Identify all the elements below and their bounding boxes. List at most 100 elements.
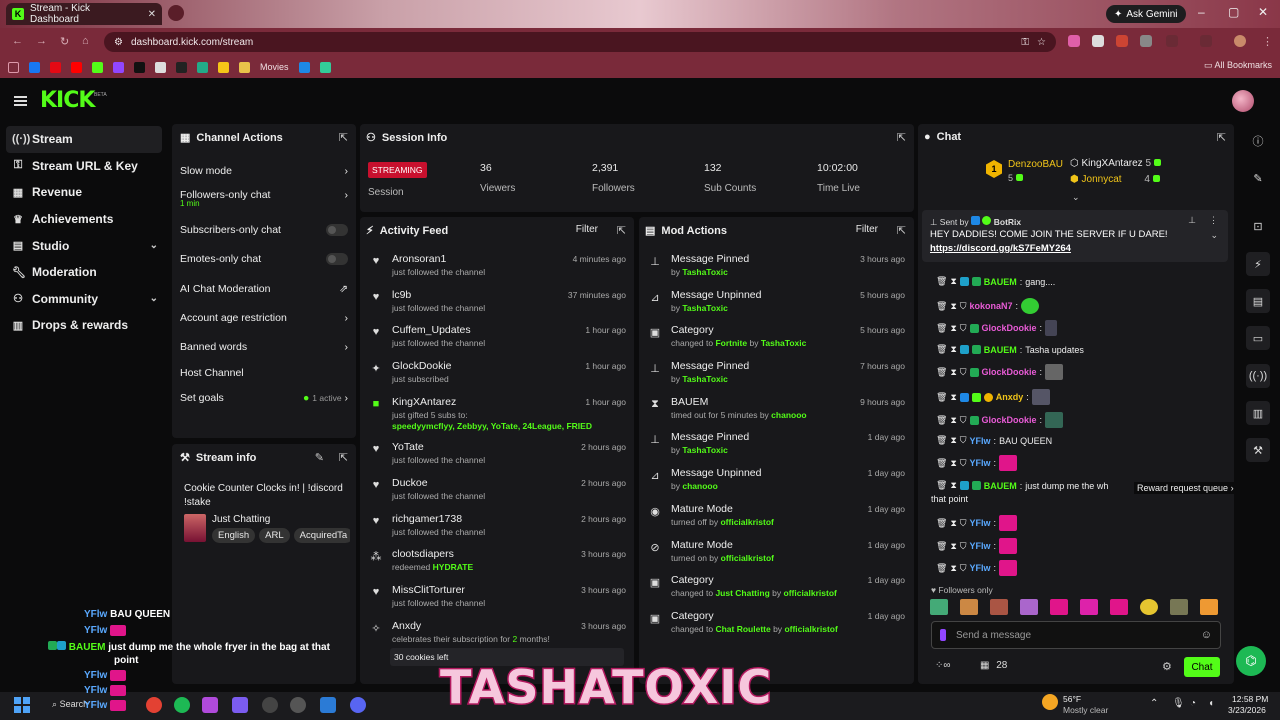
app-taskbar-icon[interactable]: [262, 697, 278, 713]
bookmark-icon[interactable]: [8, 61, 19, 73]
browser-tab[interactable]: K Stream - Kick Dashboard ✕: [6, 3, 162, 25]
slow-mode-row[interactable]: Slow mode ›: [180, 165, 348, 177]
list-item[interactable]: ◉ Mature Mode turned off by officialkristo…: [647, 503, 905, 539]
chat-username[interactable]: kokonaN7: [970, 301, 1013, 311]
emote-button[interactable]: [1050, 599, 1068, 615]
subscribers-only-toggle[interactable]: [326, 224, 348, 236]
new-tab-button[interactable]: [168, 5, 184, 21]
facebook-bookmark-icon[interactable]: [29, 61, 40, 73]
app-taskbar-icon[interactable]: [202, 697, 218, 713]
delete-icon[interactable]: 🗑︎: [936, 480, 947, 491]
list-item[interactable]: ▣ Category changed to Fortnite by TashaTox…: [647, 324, 905, 360]
timeout-icon[interactable]: ⧗: [950, 392, 956, 403]
list-item[interactable]: ♥ Cuffem_Updates just followed the channel…: [368, 324, 626, 360]
chat-message[interactable]: 🗑︎ ⧗ ⛉ kokonaN7:: [936, 298, 1042, 314]
delete-icon[interactable]: 🗑︎: [936, 392, 947, 403]
list-item[interactable]: ♥ MissClitTorturer just followed the chann…: [368, 584, 626, 620]
emote-button[interactable]: [960, 599, 978, 615]
taskbar-search[interactable]: ⌕ Search: [52, 699, 88, 710]
timeout-icon[interactable]: ⧗: [950, 276, 956, 287]
sidebar-item-stream-url-key[interactable]: ⚿ Stream URL & Key: [0, 153, 168, 180]
extension-icon[interactable]: [1140, 35, 1152, 47]
document-icon[interactable]: ▤: [1246, 289, 1270, 313]
delete-icon[interactable]: 🗑︎: [936, 276, 947, 287]
category-name[interactable]: Just Chatting: [212, 514, 270, 525]
list-item[interactable]: ♥ YoTate just followed the channel 2 hours …: [368, 441, 626, 477]
list-item[interactable]: ♥ Aronsoran1 just followed the channel 4 mi…: [368, 253, 626, 289]
chat-username[interactable]: BAUEM: [984, 481, 1017, 491]
profile-avatar[interactable]: [1234, 35, 1246, 47]
emote-button[interactable]: [930, 599, 948, 615]
leaderboard-name[interactable]: DenzooBAU: [1008, 159, 1063, 170]
list-item[interactable]: ♥ lc9b just followed the channel 37 minutes…: [368, 289, 626, 325]
timeout-icon[interactable]: ⧗: [950, 367, 956, 378]
bookmark-icon[interactable]: [319, 61, 331, 73]
layout-icon[interactable]: ▥: [1246, 401, 1270, 425]
user-avatar[interactable]: [1232, 90, 1254, 112]
timeout-icon[interactable]: ⧗: [950, 563, 956, 574]
ask-gemini-button[interactable]: ✦ Ask Gemini: [1106, 5, 1186, 23]
close-tab-icon[interactable]: ✕: [148, 9, 156, 20]
emote-button[interactable]: [1110, 599, 1128, 615]
kick-bookmark-icon[interactable]: [92, 61, 103, 73]
timeout-icon[interactable]: ⧗: [950, 344, 956, 355]
forward-icon[interactable]: →: [36, 35, 50, 49]
delete-icon[interactable]: 🗑︎: [936, 541, 947, 552]
all-bookmarks[interactable]: ▭ All Bookmarks: [1204, 60, 1272, 71]
volume-icon[interactable]: ◖: [1208, 698, 1214, 709]
chat-message[interactable]: 🗑︎ ⧗ ⛉ GlockDookie:: [936, 412, 1066, 428]
chat-username[interactable]: YFlw: [970, 518, 991, 528]
clock-time[interactable]: 12:58 PM: [1232, 694, 1268, 704]
kick-logo[interactable]: KICK: [40, 88, 95, 113]
app-taskbar-icon[interactable]: [232, 697, 248, 713]
list-item[interactable]: ♥ richgamer1738 just followed the channel 2…: [368, 513, 626, 549]
delete-icon[interactable]: 🗑︎: [936, 435, 947, 446]
list-item[interactable]: ■ KingXAntarez just gifted 5 subs to: speed…: [368, 396, 626, 440]
extension-icon[interactable]: [1166, 35, 1178, 47]
reload-icon[interactable]: ↻: [60, 35, 74, 49]
info-icon[interactable]: ⓘ: [1246, 129, 1270, 153]
collapse-leaderboard-icon[interactable]: ⌄: [1072, 192, 1080, 203]
reward-request-queue[interactable]: Reward request queue ›: [1134, 482, 1237, 494]
timeout-icon[interactable]: ⧗: [950, 518, 956, 529]
bookmark-icon[interactable]: [218, 61, 229, 73]
extension-icon[interactable]: [1116, 35, 1128, 47]
chat-username[interactable]: YFlw: [970, 541, 991, 551]
chat-bubble-icon[interactable]: ▭: [1246, 326, 1270, 350]
chat-username[interactable]: GlockDookie: [982, 323, 1037, 333]
timeout-icon[interactable]: ⧗: [950, 415, 956, 426]
chevron-down-icon[interactable]: ⌄: [150, 240, 158, 251]
timeout-icon[interactable]: ⧗: [950, 541, 956, 552]
leaderboard-entry[interactable]: ⬢ Jonnycat 4: [1070, 174, 1160, 185]
chat-message[interactable]: 🗑︎ ⧗ ⛉ YFlw: BAU QUEEN: [936, 435, 1052, 446]
timeout-icon[interactable]: ⧗: [950, 435, 956, 446]
chat-username[interactable]: YFlw: [970, 436, 991, 446]
list-item[interactable]: ⊥ Message Pinned by TashaToxic 1 day ago: [647, 431, 905, 467]
delete-icon[interactable]: 🗑︎: [936, 367, 947, 378]
chat-message[interactable]: 🗑︎ ⧗ ⛉ YFlw:: [936, 515, 1020, 531]
obs-taskbar-icon[interactable]: [290, 697, 306, 713]
popout-icon[interactable]: ⇱: [339, 131, 348, 144]
chat-settings-icon[interactable]: ⁘∞: [935, 660, 951, 671]
set-goals-row[interactable]: Set goals ● 1 active ›: [180, 392, 348, 404]
weather-temp[interactable]: 56°F: [1063, 694, 1081, 704]
tray-chevron-icon[interactable]: ⌃: [1150, 698, 1158, 709]
chat-message[interactable]: 🗑︎ ⧗ Anxdy:: [936, 389, 1053, 405]
list-item[interactable]: ✦ GlockDookie just subscribed 1 hour ago: [368, 360, 626, 396]
send-chat-button[interactable]: Chat: [1184, 657, 1220, 677]
movies-bookmark[interactable]: Movies: [260, 62, 289, 72]
activity-filter-button[interactable]: Filter: [576, 224, 598, 235]
maximize-icon[interactable]: ▢: [1228, 5, 1239, 19]
x-bookmark-icon[interactable]: [134, 61, 145, 73]
list-item[interactable]: ♥ Duckoe just followed the channel 2 hours …: [368, 477, 626, 513]
wifi-icon[interactable]: ◔: [1190, 698, 1196, 709]
emote-button[interactable]: [1020, 599, 1038, 615]
list-item[interactable]: ▣ Category changed to Just Chatting by off…: [647, 574, 905, 610]
popout-icon[interactable]: ⇱: [617, 224, 626, 237]
emote-button[interactable]: [1080, 599, 1098, 615]
sidebar-item-stream[interactable]: ((·)) Stream: [6, 126, 162, 153]
emote-button[interactable]: [990, 599, 1008, 615]
chat-username[interactable]: BAUEM: [984, 277, 1017, 287]
wrench-icon[interactable]: ⚒: [1246, 438, 1270, 462]
netflix-bookmark-icon[interactable]: [50, 61, 61, 73]
